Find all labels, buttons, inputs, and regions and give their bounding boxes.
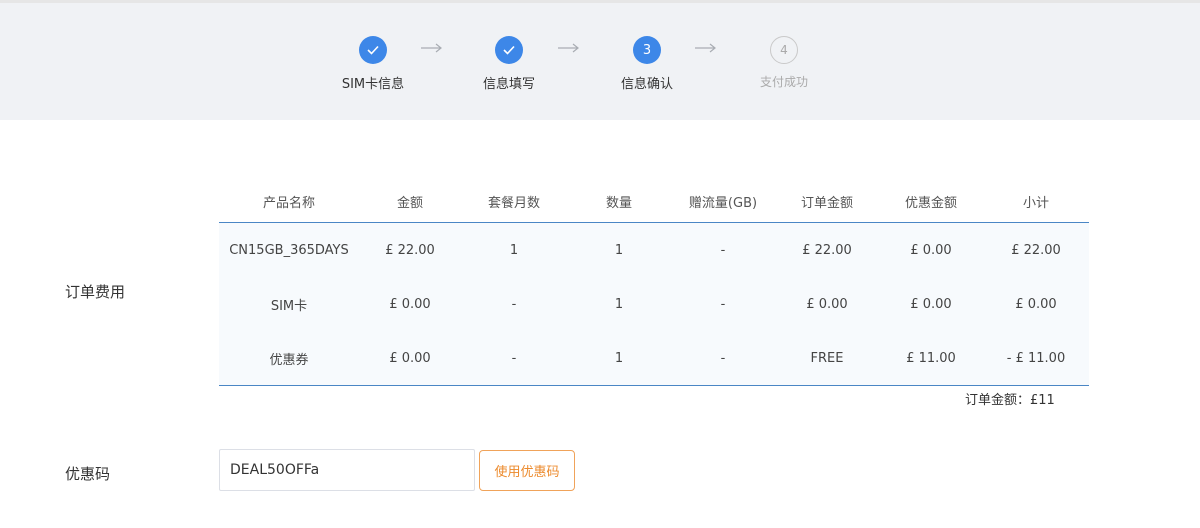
table-cell: CN15GB_365DAYS bbox=[219, 222, 359, 277]
step-check-circle bbox=[495, 36, 523, 64]
table-cell: £ 22.00 bbox=[775, 222, 879, 277]
table-row: SIM卡 £ 0.00 - 1 - £ 0.00 £ 0.00 £ 0.00 bbox=[219, 277, 1089, 331]
column-header: 套餐月数 bbox=[461, 180, 567, 223]
column-header: 小计 bbox=[983, 180, 1089, 223]
table-cell: 优惠券 bbox=[219, 331, 359, 386]
table-cell: £ 0.00 bbox=[359, 277, 461, 331]
step-payment-success: 4 支付成功 bbox=[714, 36, 854, 90]
table-row: CN15GB_365DAYS £ 22.00 1 1 - £ 22.00 £ 0… bbox=[219, 222, 1089, 277]
table-cell: 1 bbox=[461, 222, 567, 277]
table-cell: £ 0.00 bbox=[775, 277, 879, 331]
column-header: 优惠金额 bbox=[879, 180, 983, 223]
table-cell: £ 0.00 bbox=[983, 277, 1089, 331]
order-total: 订单金额：£11 bbox=[965, 393, 1055, 408]
table-row: 优惠券 £ 0.00 - 1 - FREE £ 11.00 - £ 11.00 bbox=[219, 331, 1089, 386]
step-label: 信息填写 bbox=[482, 77, 535, 92]
table-cell: £ 11.00 bbox=[879, 331, 983, 386]
step-check-circle bbox=[359, 36, 387, 64]
table-cell: - bbox=[461, 277, 567, 331]
table-cell: 1 bbox=[567, 331, 671, 386]
table-cell: £ 0.00 bbox=[879, 277, 983, 331]
column-header: 数量 bbox=[567, 180, 671, 223]
step-label: 支付成功 bbox=[759, 75, 808, 89]
check-icon bbox=[367, 45, 379, 55]
column-header: 金额 bbox=[359, 180, 461, 223]
progress-steps: SIM卡信息 信息填写 3 信息确认 4 支付成功 bbox=[0, 3, 1200, 120]
table-cell: - £ 11.00 bbox=[983, 331, 1089, 386]
table-cell: SIM卡 bbox=[219, 277, 359, 331]
step-number-circle: 3 bbox=[633, 36, 661, 64]
step-label: SIM卡信息 bbox=[341, 77, 405, 92]
table-cell: - bbox=[671, 222, 775, 277]
table-cell: - bbox=[461, 331, 567, 386]
column-header: 订单金额 bbox=[775, 180, 879, 223]
table-cell: - bbox=[671, 331, 775, 386]
step-label: 信息确认 bbox=[620, 77, 673, 92]
table-cell: 1 bbox=[567, 277, 671, 331]
coupon-code-label: 优惠码 bbox=[65, 465, 111, 483]
order-fee-label: 订单费用 bbox=[65, 283, 126, 301]
coupon-code-input[interactable] bbox=[219, 449, 475, 491]
apply-coupon-button[interactable]: 使用优惠码 bbox=[479, 450, 575, 491]
table-cell: £ 22.00 bbox=[359, 222, 461, 277]
step-number-circle: 4 bbox=[770, 36, 798, 64]
table-header-row: 产品名称 金额 套餐月数 数量 赠流量(GB) 订单金额 优惠金额 小计 bbox=[219, 180, 1089, 223]
column-header: 赠流量(GB) bbox=[671, 180, 775, 223]
column-header: 产品名称 bbox=[219, 180, 359, 223]
check-icon bbox=[503, 45, 515, 55]
table-cell: £ 0.00 bbox=[359, 331, 461, 386]
order-fee-table: 产品名称 金额 套餐月数 数量 赠流量(GB) 订单金额 优惠金额 小计 CN1… bbox=[219, 180, 1089, 386]
table-cell: £ 0.00 bbox=[879, 222, 983, 277]
table-cell: 1 bbox=[567, 222, 671, 277]
table-cell: FREE bbox=[775, 331, 879, 386]
table-cell: £ 22.00 bbox=[983, 222, 1089, 277]
table-cell: - bbox=[671, 277, 775, 331]
